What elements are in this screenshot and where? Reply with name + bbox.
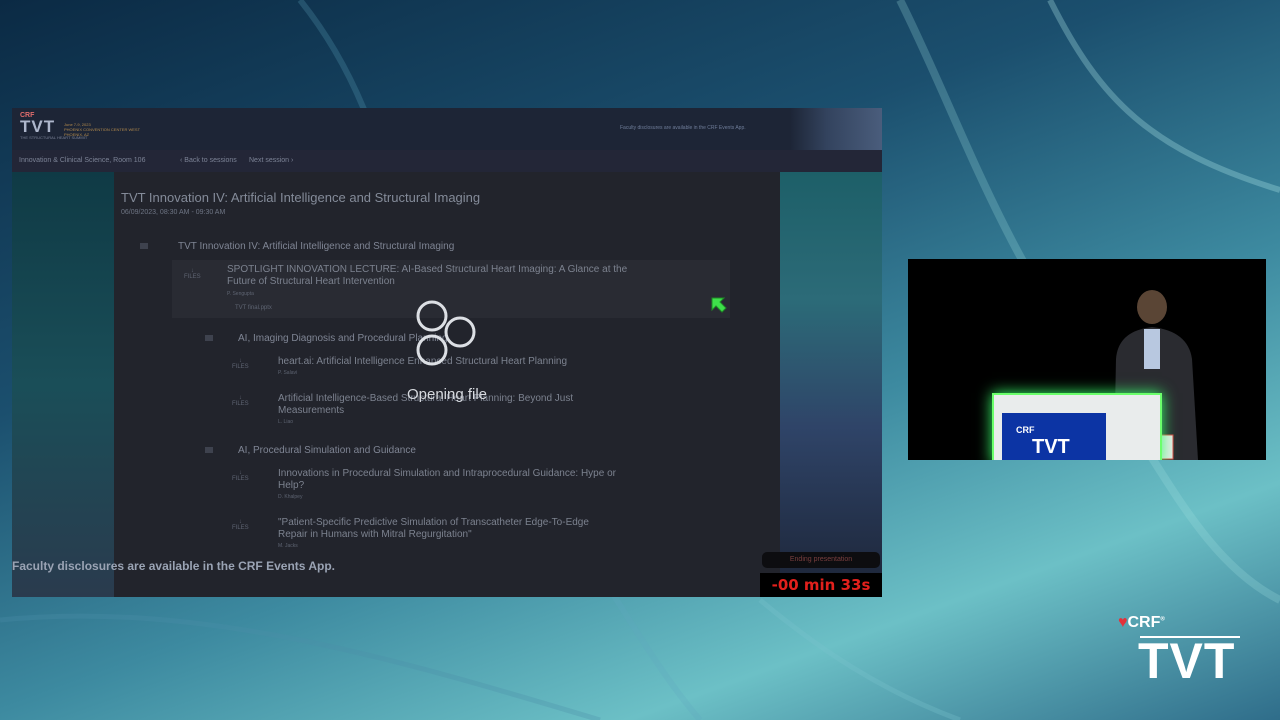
- collapse-icon[interactable]: [140, 243, 148, 249]
- files-label: FILES: [232, 476, 249, 482]
- presentation-title-line2: Help?: [278, 480, 305, 491]
- files-label: FILES: [232, 364, 249, 370]
- event-city: PHOENIX, AZ: [64, 132, 90, 137]
- presentation-title-line2: Repair in Humans with Mitral Regurgitati…: [278, 529, 472, 540]
- mouse-cursor-icon: [711, 297, 727, 313]
- spotlight-title-line2: Future of Structural Heart Intervention: [227, 276, 395, 287]
- files-label: FILES: [184, 274, 201, 280]
- download-files-button[interactable]: ↓ FILES: [232, 395, 249, 407]
- download-files-button[interactable]: ↓ FILES: [232, 470, 249, 482]
- podium-tvt-text: TVT: [1032, 436, 1070, 458]
- header-disclosure: Faculty disclosures are available in the…: [620, 125, 746, 131]
- presentation-title-line1: "Patient-Specific Predictive Simulation …: [278, 517, 589, 528]
- corner-crf-logo: ♥CRF®: [1118, 614, 1165, 631]
- section-title[interactable]: AI, Procedural Simulation and Guidance: [238, 445, 416, 456]
- presentation-title-line1: Innovations in Procedural Simulation and…: [278, 468, 616, 479]
- opening-file-status: Opening file: [406, 386, 488, 403]
- corner-tvt-logo: TVT: [1138, 633, 1236, 689]
- podium-crf-text: CRF: [1016, 425, 1035, 435]
- group-title[interactable]: TVT Innovation IV: Artificial Intelligen…: [178, 241, 454, 252]
- files-label: FILES: [232, 401, 249, 407]
- download-files-button[interactable]: ↓ FILES: [232, 358, 249, 370]
- spotlight-title[interactable]: SPOTLIGHT INNOVATION LECTURE: AI-Based S…: [227, 264, 627, 288]
- files-label: FILES: [232, 525, 249, 531]
- speaker-video: CRF TVT: [908, 259, 1266, 460]
- presentation-title-line2: Measurements: [278, 405, 345, 416]
- next-session-link[interactable]: Next session ›: [249, 157, 293, 164]
- session-date: 06/09/2023, 08:30 AM - 09:30 AM: [121, 209, 226, 216]
- session-panel: TVT Innovation IV: Artificial Intelligen…: [114, 172, 780, 597]
- presentation-author: L. Liao: [278, 419, 294, 425]
- loading-spinner-icon: [416, 300, 476, 366]
- next-label: Next session: [249, 157, 290, 164]
- room-label: Innovation & Clinical Science, Room 106: [19, 157, 146, 164]
- presentation-author: D. Khalpey: [278, 494, 303, 500]
- download-files-button[interactable]: ↓ FILES: [232, 519, 249, 531]
- back-label: Back to sessions: [184, 157, 237, 164]
- app-header: CRF TVT THE STRUCTURAL HEART SUMMIT June…: [12, 108, 882, 151]
- presentation-author: P. Salavi: [278, 370, 298, 376]
- podium-screen: CRF TVT: [1002, 413, 1106, 460]
- presentation-author: M. Jacks: [278, 543, 298, 549]
- footer-disclosure: Faculty disclosures are available in the…: [12, 559, 335, 573]
- back-to-sessions-link[interactable]: ‹ Back to sessions: [180, 157, 237, 164]
- spotlight-author: P. Sengupta: [227, 291, 254, 297]
- right-background-image: [780, 172, 882, 597]
- event-meta: June 7-9, 2023 PHOENIX CONVENTION CENTER…: [64, 122, 140, 137]
- spotlight-title-line1: SPOTLIGHT INNOVATION LECTURE: AI-Based S…: [227, 264, 628, 275]
- download-files-button[interactable]: ↓ FILES: [184, 268, 201, 280]
- heart-icon: ♥: [1118, 614, 1128, 631]
- ending-presentation-button[interactable]: Ending presentation: [762, 552, 880, 568]
- corner-crf-text: CRF: [1127, 614, 1161, 631]
- left-background-image: [12, 172, 114, 597]
- spotlight-file-link[interactable]: TVT final.pptx: [235, 305, 272, 311]
- countdown-timer: -00 min 33s: [760, 573, 882, 597]
- podium: CRF TVT: [992, 393, 1162, 460]
- collapse-icon[interactable]: [205, 335, 213, 341]
- presentation-title[interactable]: Innovations in Procedural Simulation and…: [278, 468, 616, 492]
- session-title: TVT Innovation IV: Artificial Intelligen…: [121, 190, 481, 205]
- session-navbar: Innovation & Clinical Science, Room 106 …: [12, 150, 882, 172]
- header-photo: [790, 108, 882, 150]
- presentation-title[interactable]: "Patient-Specific Predictive Simulation …: [278, 517, 589, 541]
- collapse-icon[interactable]: [205, 447, 213, 453]
